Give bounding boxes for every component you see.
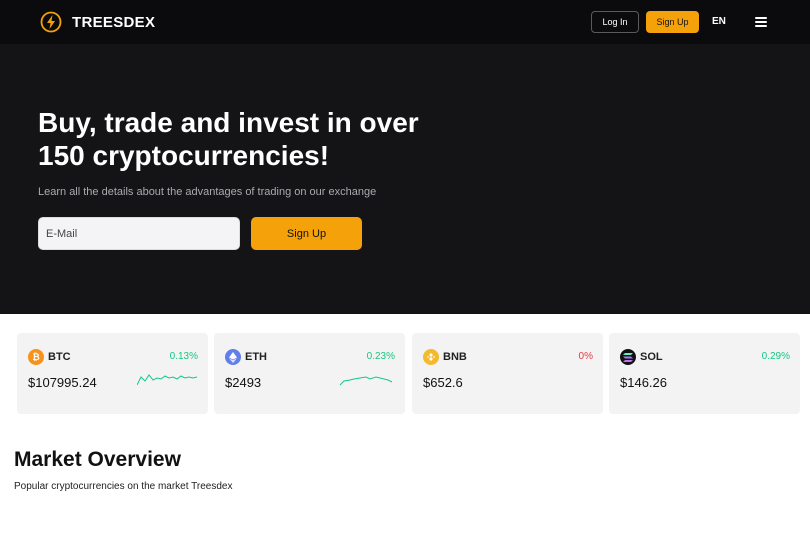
ticker-change: 0.29% [761, 351, 790, 362]
email-input[interactable]: E-Mail [38, 217, 240, 250]
ticker-card-eth[interactable]: ETH 0.23% $2493 [214, 333, 405, 414]
ticker-symbol: BNB [443, 351, 467, 363]
ticker-change: 0.13% [169, 351, 198, 362]
hero-signup-button[interactable]: Sign Up [251, 217, 362, 250]
ticker-change: 0% [578, 351, 593, 362]
ticker-change: 0.23% [366, 351, 395, 362]
ticker-symbol: SOL [640, 351, 663, 363]
sparkline-chart [137, 374, 198, 386]
top-navbar: TREESDEX Log In Sign Up EN [0, 0, 810, 44]
lightning-logo-icon [40, 11, 62, 33]
ticker-price: $2493 [225, 375, 262, 390]
signup-button[interactable]: Sign Up [646, 11, 699, 33]
hero-subtitle: Learn all the details about the advantag… [38, 186, 377, 198]
solana-icon [620, 349, 636, 365]
market-overview-title: Market Overview [14, 448, 181, 471]
bnb-icon [423, 349, 439, 365]
brand-logo[interactable]: TREESDEX [40, 11, 155, 33]
brand-name: TREESDEX [72, 13, 156, 31]
ticker-card-bnb[interactable]: BNB 0% $652.6 [412, 333, 603, 414]
language-selector[interactable]: EN [712, 16, 726, 27]
ticker-price: $146.26 [620, 375, 667, 390]
ticker-symbol: BTC [48, 351, 71, 363]
ethereum-icon [225, 349, 241, 365]
ticker-symbol: ETH [245, 351, 267, 363]
ticker-card-btc[interactable]: ₿ BTC 0.13% $107995.24 [17, 333, 208, 414]
sparkline-chart [339, 376, 393, 386]
ticker-strip: ₿ BTC 0.13% $107995.24 ETH 0.23% $2493 B… [0, 314, 810, 434]
login-button[interactable]: Log In [591, 11, 639, 33]
ticker-price: $107995.24 [28, 375, 97, 390]
ticker-price: $652.6 [423, 375, 463, 390]
bitcoin-icon: ₿ [28, 349, 44, 365]
hamburger-menu-icon[interactable] [755, 17, 767, 27]
market-overview-subtitle: Popular cryptocurrencies on the market T… [14, 481, 233, 492]
hero-title: Buy, trade and invest in over 150 crypto… [38, 107, 419, 171]
hero-section: Buy, trade and invest in over 150 crypto… [0, 44, 810, 314]
ticker-card-sol[interactable]: SOL 0.29% $146.26 [609, 333, 800, 414]
